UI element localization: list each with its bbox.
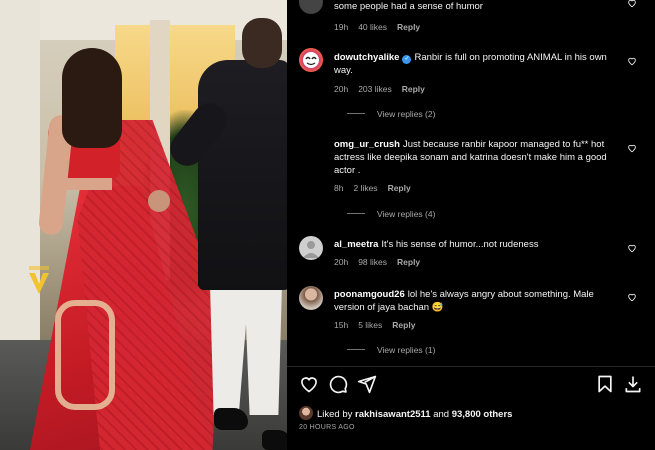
view-replies-button[interactable]: View replies (1) xyxy=(347,345,435,355)
like-heart-icon[interactable] xyxy=(627,143,637,153)
media-waist xyxy=(64,176,112,190)
replies-line xyxy=(347,213,365,214)
comment-body: poonamgoud26 lol he's always angry about … xyxy=(334,288,624,314)
avatar[interactable] xyxy=(299,286,323,310)
bookmark-icon[interactable] xyxy=(595,374,615,394)
like-heart-icon[interactable] xyxy=(627,0,637,8)
watermark-logo-icon xyxy=(27,266,51,296)
heart-icon[interactable] xyxy=(299,374,319,394)
comment-likes[interactable]: 40 likes xyxy=(358,22,387,32)
media-hand xyxy=(148,190,170,212)
view-replies-button[interactable]: View replies (2) xyxy=(347,109,435,119)
comment-body: dowutchyalike ✓ Ranbir is full on promotin… xyxy=(334,51,624,77)
media-woman-hair xyxy=(62,48,122,148)
reply-button[interactable]: Reply xyxy=(402,84,425,94)
media-shoe xyxy=(262,430,287,450)
comment-meta: 15h 5 likes Reply xyxy=(334,320,425,330)
download-icon[interactable] xyxy=(623,374,643,394)
comment-text: It's his sense of humor...not rudeness xyxy=(381,239,539,250)
comment-meta: 20h 203 likes Reply xyxy=(334,84,435,94)
comment-username[interactable]: al_meetra xyxy=(334,239,378,250)
reply-button[interactable]: Reply xyxy=(388,183,411,193)
comment-likes[interactable]: 2 likes xyxy=(353,183,377,193)
reply-button[interactable]: Reply xyxy=(397,22,420,32)
comment-time: 19h xyxy=(334,22,349,32)
view-replies-label: View replies (2) xyxy=(377,109,436,119)
avatar[interactable] xyxy=(299,236,323,260)
comment-meta: 8h 2 likes Reply xyxy=(334,183,421,193)
replies-line xyxy=(347,349,365,350)
comments-panel: some people had a sense of humor 19h 40 l… xyxy=(287,0,655,450)
view-replies-label: View replies (1) xyxy=(377,345,436,355)
comment-likes[interactable]: 203 likes xyxy=(358,84,392,94)
avatar[interactable] xyxy=(299,48,323,72)
media-black-jacket xyxy=(198,60,287,290)
post-action-bar xyxy=(299,374,645,396)
liked-by-others[interactable]: 93,800 others xyxy=(452,409,513,420)
liked-by-line: Liked by rakhisawant2511 and 93,800 othe… xyxy=(299,406,512,420)
liker-avatar[interactable] xyxy=(299,406,313,420)
liked-by-prefix: Liked by xyxy=(317,409,353,420)
comment-likes[interactable]: 5 likes xyxy=(358,320,382,330)
comment-username[interactable]: poonamgoud26 xyxy=(334,289,405,300)
media-gold-border xyxy=(55,300,115,410)
comment-body: omg_ur_crush Just because ranbir kapoor m… xyxy=(334,138,624,177)
media-shoe xyxy=(214,408,248,430)
verified-badge-icon: ✓ xyxy=(402,55,412,64)
comment-body: al_meetra It's his sense of humor...not r… xyxy=(334,238,624,251)
media-man-head xyxy=(242,18,282,68)
avatar[interactable] xyxy=(299,0,323,14)
comment-username[interactable]: omg_ur_crush xyxy=(334,139,400,150)
comment-meta: 19h 40 likes Reply xyxy=(334,22,430,32)
comment-text: some people had a sense of humor xyxy=(334,1,483,12)
post-media[interactable] xyxy=(0,0,287,450)
like-heart-icon[interactable] xyxy=(627,292,637,302)
comment-icon[interactable] xyxy=(328,374,348,394)
replies-line xyxy=(347,113,365,114)
view-replies-button[interactable]: View replies (4) xyxy=(347,209,435,219)
comment-time: 20h xyxy=(334,84,349,94)
liked-by-user[interactable]: rakhisawant2511 xyxy=(355,409,431,420)
comment-username[interactable]: dowutchyalike xyxy=(334,52,399,63)
reply-button[interactable]: Reply xyxy=(392,320,415,330)
reply-button[interactable]: Reply xyxy=(397,257,420,267)
comment-meta: 20h 98 likes Reply xyxy=(334,257,430,267)
like-heart-icon[interactable] xyxy=(627,56,637,66)
share-icon[interactable] xyxy=(357,374,377,394)
view-replies-label: View replies (4) xyxy=(377,209,436,219)
comment-time: 8h xyxy=(334,183,344,193)
comment-time: 15h xyxy=(334,320,349,330)
like-heart-icon[interactable] xyxy=(627,243,637,253)
comment-likes[interactable]: 98 likes xyxy=(358,257,387,267)
comment-time: 20h xyxy=(334,257,349,267)
liked-by-and: and xyxy=(433,409,450,420)
post-time-ago[interactable]: 20 HOURS AGO xyxy=(299,424,355,431)
divider xyxy=(287,366,655,367)
